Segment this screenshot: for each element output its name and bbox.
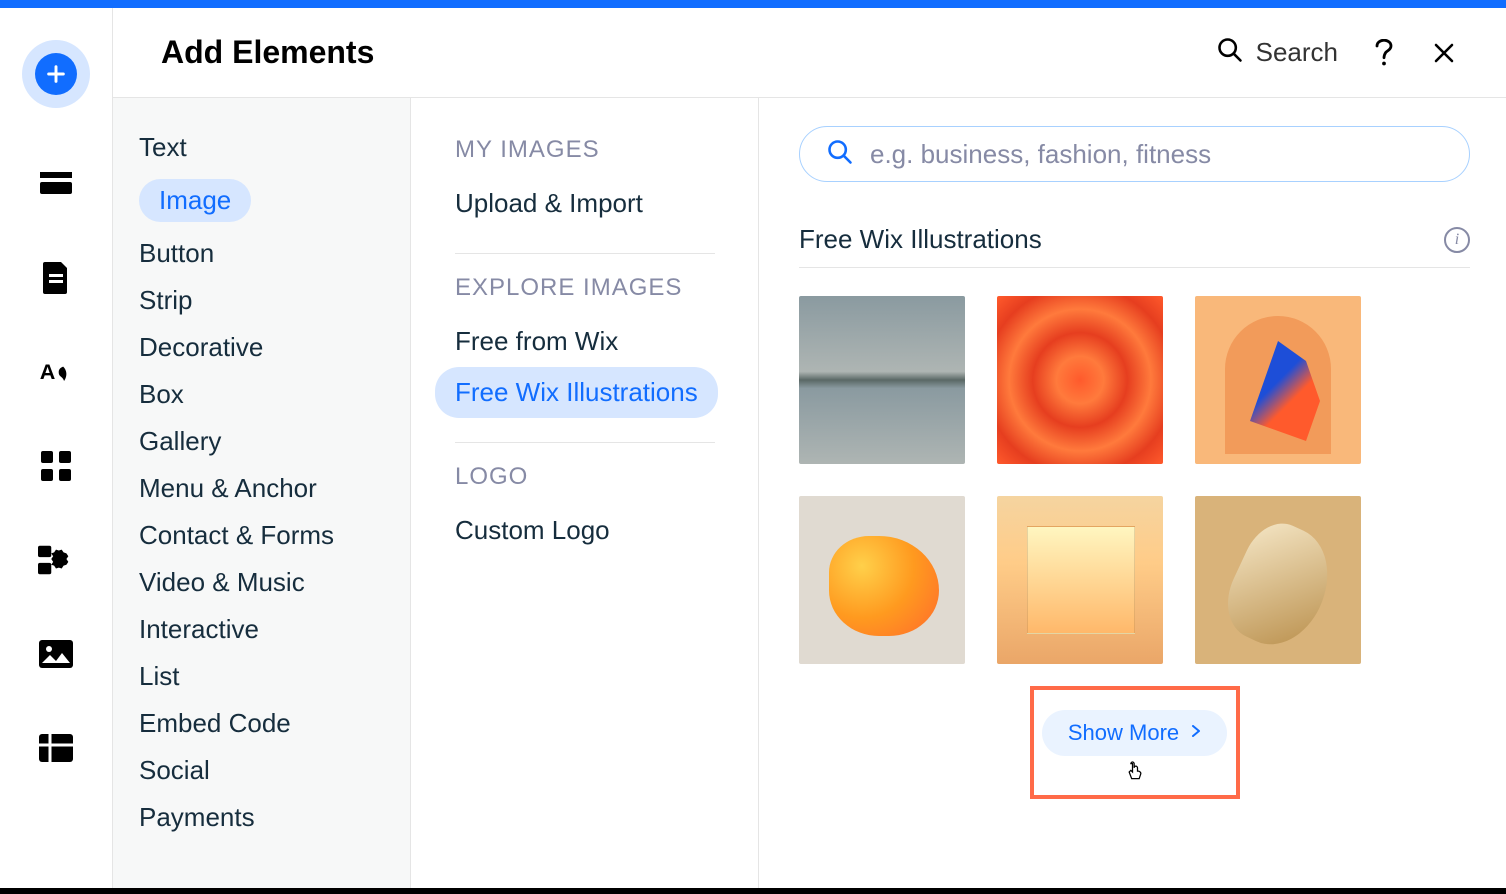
subitem-upload-import[interactable]: Upload & Import <box>455 178 738 229</box>
category-interactive[interactable]: Interactive <box>113 606 410 653</box>
illustration-thumbnail[interactable] <box>799 296 965 464</box>
page-icon[interactable] <box>38 260 74 296</box>
left-rail: A <box>0 8 112 894</box>
section-icon[interactable] <box>38 166 74 202</box>
category-gallery[interactable]: Gallery <box>113 418 410 465</box>
search-label: Search <box>1256 37 1338 68</box>
illustrations-grid <box>799 296 1470 664</box>
add-elements-button[interactable] <box>22 40 90 108</box>
illustration-thumbnail[interactable] <box>1195 496 1361 664</box>
cursor-pointer-icon <box>1125 756 1145 789</box>
panel-header: Add Elements Search <box>113 8 1506 98</box>
image-search-bar[interactable] <box>799 126 1470 182</box>
search-button[interactable]: Search <box>1216 36 1338 69</box>
close-button[interactable] <box>1430 39 1458 67</box>
search-icon <box>1216 36 1244 69</box>
bottom-edge <box>0 888 1506 894</box>
illustration-thumbnail[interactable] <box>799 496 965 664</box>
category-embed-code[interactable]: Embed Code <box>113 700 410 747</box>
divider <box>455 442 715 443</box>
subitem-free-from-wix[interactable]: Free from Wix <box>455 316 738 367</box>
subitem-free-wix-illustrations[interactable]: Free Wix Illustrations <box>435 367 718 418</box>
settings-icon[interactable] <box>38 542 74 578</box>
image-search-input[interactable] <box>870 139 1443 170</box>
show-more-button[interactable]: Show More <box>1042 710 1227 756</box>
panel-title: Add Elements <box>161 34 1216 71</box>
category-video-music[interactable]: Video & Music <box>113 559 410 606</box>
chevron-right-icon <box>1191 724 1201 742</box>
categories-column: Text Image Button Strip Decorative Box G… <box>113 98 411 894</box>
section-header-logo: LOGO <box>455 463 738 491</box>
section-header-explore-images: EXPLORE IMAGES <box>455 274 738 302</box>
section-title: Free Wix Illustrations <box>799 224 1444 255</box>
category-list[interactable]: List <box>113 653 410 700</box>
category-button[interactable]: Button <box>113 230 410 277</box>
help-button[interactable] <box>1370 39 1398 67</box>
divider <box>455 253 715 254</box>
category-strip[interactable]: Strip <box>113 277 410 324</box>
database-icon[interactable] <box>38 730 74 766</box>
illustration-thumbnail[interactable] <box>1195 296 1361 464</box>
illustration-thumbnail[interactable] <box>997 296 1163 464</box>
theme-icon[interactable]: A <box>38 354 74 390</box>
svg-text:A: A <box>40 359 56 384</box>
illustration-thumbnail[interactable] <box>997 496 1163 664</box>
category-social[interactable]: Social <box>113 747 410 794</box>
section-header-my-images: MY IMAGES <box>455 136 738 164</box>
add-elements-panel: Add Elements Search Text Image Button St… <box>112 8 1506 894</box>
plus-icon <box>35 53 77 95</box>
header-controls: Search <box>1216 36 1458 69</box>
category-text[interactable]: Text <box>113 124 410 171</box>
top-accent-bar <box>0 0 1506 8</box>
media-icon[interactable] <box>38 636 74 672</box>
search-icon <box>826 138 854 171</box>
show-more-label: Show More <box>1068 720 1179 746</box>
apps-icon[interactable] <box>38 448 74 484</box>
category-contact-forms[interactable]: Contact & Forms <box>113 512 410 559</box>
category-payments[interactable]: Payments <box>113 794 410 841</box>
subcategories-column: MY IMAGES Upload & Import EXPLORE IMAGES… <box>411 98 759 894</box>
category-box[interactable]: Box <box>113 371 410 418</box>
content-column: Free Wix Illustrations i Show More <box>759 98 1506 894</box>
category-image[interactable]: Image <box>113 171 410 230</box>
subitem-custom-logo[interactable]: Custom Logo <box>455 505 738 556</box>
panel-body: Text Image Button Strip Decorative Box G… <box>113 98 1506 894</box>
section-title-row: Free Wix Illustrations i <box>799 224 1470 268</box>
category-menu-anchor[interactable]: Menu & Anchor <box>113 465 410 512</box>
show-more-highlight: Show More <box>1030 686 1240 799</box>
info-button[interactable]: i <box>1444 227 1470 253</box>
category-decorative[interactable]: Decorative <box>113 324 410 371</box>
